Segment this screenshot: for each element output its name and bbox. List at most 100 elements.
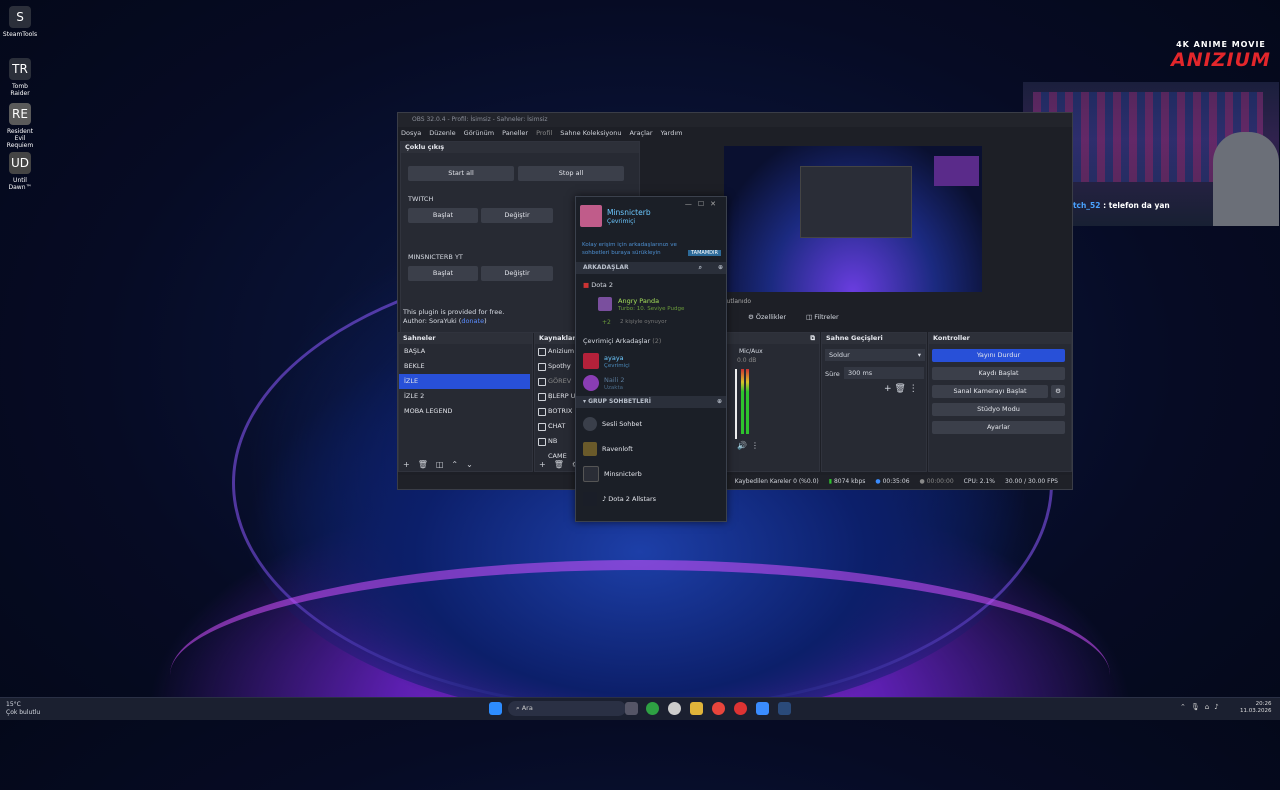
minimize-icon[interactable]: — bbox=[685, 200, 698, 208]
search-icon[interactable]: ⌕ bbox=[699, 262, 702, 274]
menu-help[interactable]: Yardım bbox=[661, 127, 683, 139]
source-item[interactable]: Spothy bbox=[535, 359, 577, 374]
add-friend-icon[interactable]: ⊕ bbox=[718, 262, 723, 274]
twitch-edit-button[interactable]: Değiştir bbox=[481, 208, 553, 223]
up-arrow-icon[interactable]: ⌃ bbox=[451, 460, 458, 469]
friend-avatar[interactable] bbox=[583, 353, 599, 369]
clock[interactable]: 20:26 11.03.2026 bbox=[1240, 701, 1272, 715]
obs-titlebar[interactable]: OBS 32.0.4 - Profil: İsimsiz - Sahneler:… bbox=[398, 113, 1072, 127]
desktop-icon-steamtools[interactable]: S SteamTools bbox=[2, 6, 38, 38]
duration-spinbox[interactable]: 300 ms bbox=[844, 367, 924, 379]
source-item[interactable]: CHAT bbox=[535, 419, 577, 434]
properties-button[interactable]: ⚙ Özellikler bbox=[748, 313, 786, 321]
chrome-icon[interactable] bbox=[712, 702, 725, 715]
desktop-icon-tomb-raider[interactable]: TR Tomb Raider bbox=[2, 58, 38, 97]
friend-name[interactable]: ayaya bbox=[604, 354, 624, 362]
chevron-up-icon[interactable]: ⌃ bbox=[1180, 703, 1191, 711]
scene-item[interactable]: BEKLE bbox=[399, 359, 532, 374]
scene-item[interactable]: MOBA LEGEND bbox=[399, 404, 532, 419]
menu-edit[interactable]: Düzenle bbox=[429, 127, 455, 139]
online-header[interactable]: Çevrimiçi Arkadaşlar (2) bbox=[583, 337, 661, 345]
game-friend-name[interactable]: Angry Panda bbox=[618, 297, 659, 305]
group-chat-item[interactable]: Sesli Sohbet bbox=[576, 411, 726, 436]
source-item[interactable]: Anizium bbox=[535, 344, 577, 359]
filters-button[interactable]: ◫ Filtreler bbox=[806, 313, 839, 321]
collapse-icon[interactable]: ▾ bbox=[583, 398, 586, 405]
youtube-start-button[interactable]: Başlat bbox=[408, 266, 478, 281]
game-group[interactable]: ■ Dota 2 bbox=[583, 281, 613, 289]
menu-profile[interactable]: Profil bbox=[536, 127, 552, 139]
start-recording-button[interactable]: Kaydı Başlat bbox=[932, 367, 1065, 380]
scene-item[interactable]: BAŞLA bbox=[399, 344, 532, 359]
donate-link[interactable]: donate bbox=[461, 317, 484, 325]
trash-icon[interactable]: 🗑 bbox=[554, 460, 564, 469]
add-icon[interactable]: + bbox=[403, 460, 410, 469]
user-avatar[interactable] bbox=[580, 205, 602, 227]
add-group-icon[interactable]: ⊕ bbox=[717, 396, 722, 408]
xbox-icon[interactable] bbox=[646, 702, 659, 715]
trash-icon[interactable]: 🗑 bbox=[418, 460, 428, 469]
source-item[interactable]: NB CAME bbox=[535, 434, 577, 460]
virtual-camera-button[interactable]: Sanal Kamerayı Başlat bbox=[932, 385, 1048, 398]
dock-float-icon[interactable]: ⧉ bbox=[810, 334, 815, 342]
search-box[interactable]: ⌕ Ara bbox=[508, 701, 626, 716]
group-chat-item[interactable]: Ravenloft bbox=[576, 436, 726, 461]
more-icon[interactable]: ⋮ bbox=[909, 384, 918, 394]
trash-icon[interactable]: 🗑 bbox=[894, 384, 905, 394]
speaker-icon[interactable]: 🔊 bbox=[737, 441, 747, 450]
down-arrow-icon[interactable]: ⌄ bbox=[466, 460, 473, 469]
task-view-icon[interactable] bbox=[625, 702, 638, 715]
steam-status[interactable]: Çevrimiçi bbox=[607, 218, 635, 225]
menu-docks[interactable]: Paneller bbox=[502, 127, 528, 139]
add-icon[interactable]: + bbox=[884, 384, 892, 394]
weather-widget[interactable]: 15°C Çok bulutlu bbox=[6, 701, 40, 717]
maximize-icon[interactable]: ☐ bbox=[698, 200, 710, 208]
stop-stream-button[interactable]: Yayını Durdur bbox=[932, 349, 1065, 362]
volume-slider[interactable] bbox=[735, 369, 737, 439]
obs-preview[interactable] bbox=[724, 146, 982, 292]
start-all-button[interactable]: Start all bbox=[408, 166, 514, 181]
menu-tools[interactable]: Araçlar bbox=[629, 127, 652, 139]
studio-mode-button[interactable]: Stüdyo Modu bbox=[932, 403, 1065, 416]
settings-button[interactable]: Ayarlar bbox=[932, 421, 1065, 434]
more-icon[interactable]: ⋮ bbox=[751, 441, 759, 450]
youtube-edit-button[interactable]: Değiştir bbox=[481, 266, 553, 281]
friend-avatar[interactable] bbox=[598, 297, 612, 311]
desktop-icon-until-dawn[interactable]: UD Until Dawn™ bbox=[2, 152, 38, 191]
virtual-camera-settings-icon[interactable]: ⚙ bbox=[1051, 385, 1065, 398]
group-chat-item[interactable]: Minsnicterb bbox=[576, 461, 726, 486]
stop-all-button[interactable]: Stop all bbox=[518, 166, 624, 181]
system-tray[interactable]: ⌃🎙⌂♪ bbox=[1180, 703, 1224, 711]
game-more-count[interactable]: +2 bbox=[602, 319, 611, 326]
steam-username[interactable]: Minsnicterb bbox=[607, 208, 651, 217]
scene-item-selected[interactable]: İZLE bbox=[399, 374, 530, 389]
menu-scene-collection[interactable]: Sahne Koleksiyonu bbox=[560, 127, 621, 139]
twitch-start-button[interactable]: Başlat bbox=[408, 208, 478, 223]
volume-icon[interactable]: ♪ bbox=[1214, 703, 1223, 711]
steam-taskbar-icon[interactable] bbox=[668, 702, 681, 715]
friend-name[interactable]: Naili 2 bbox=[604, 376, 624, 384]
file-explorer-icon[interactable] bbox=[690, 702, 703, 715]
shield-icon[interactable] bbox=[756, 702, 769, 715]
menu-view[interactable]: Görünüm bbox=[464, 127, 494, 139]
scene-item[interactable]: İZLE 2 bbox=[399, 389, 532, 404]
mic-icon[interactable]: 🎙 bbox=[1191, 703, 1205, 711]
app-icon[interactable] bbox=[734, 702, 747, 715]
tip-ok-button[interactable]: TAMAMDIR bbox=[688, 250, 721, 256]
steam-friends-window[interactable]: —☐✕ Minsnicterb Çevrimiçi Kolay erişim i… bbox=[575, 196, 727, 522]
source-item[interactable]: BLERP U bbox=[535, 389, 577, 404]
source-item[interactable]: GÖREV Ç bbox=[535, 374, 577, 400]
menu-file[interactable]: Dosya bbox=[401, 127, 421, 139]
filter-icon[interactable]: ◫ bbox=[436, 460, 444, 469]
obs-window[interactable]: OBS 32.0.4 - Profil: İsimsiz - Sahneler:… bbox=[397, 112, 1073, 490]
friend-avatar[interactable] bbox=[583, 375, 599, 391]
close-icon[interactable]: ✕ bbox=[710, 200, 722, 208]
group-chat-item[interactable]: ♪ Dota 2 Allstars bbox=[576, 486, 726, 511]
desktop-icon-resident-evil[interactable]: RE Resident Evil Requiem bbox=[2, 103, 38, 149]
add-icon[interactable]: + bbox=[539, 460, 546, 469]
network-icon[interactable]: ⌂ bbox=[1205, 703, 1214, 711]
transition-select[interactable]: Soldur ▾ bbox=[825, 349, 925, 361]
source-item[interactable]: BOTRIX C bbox=[535, 404, 577, 430]
windows-start-icon[interactable] bbox=[489, 702, 502, 715]
steam-app-icon[interactable] bbox=[778, 702, 791, 715]
